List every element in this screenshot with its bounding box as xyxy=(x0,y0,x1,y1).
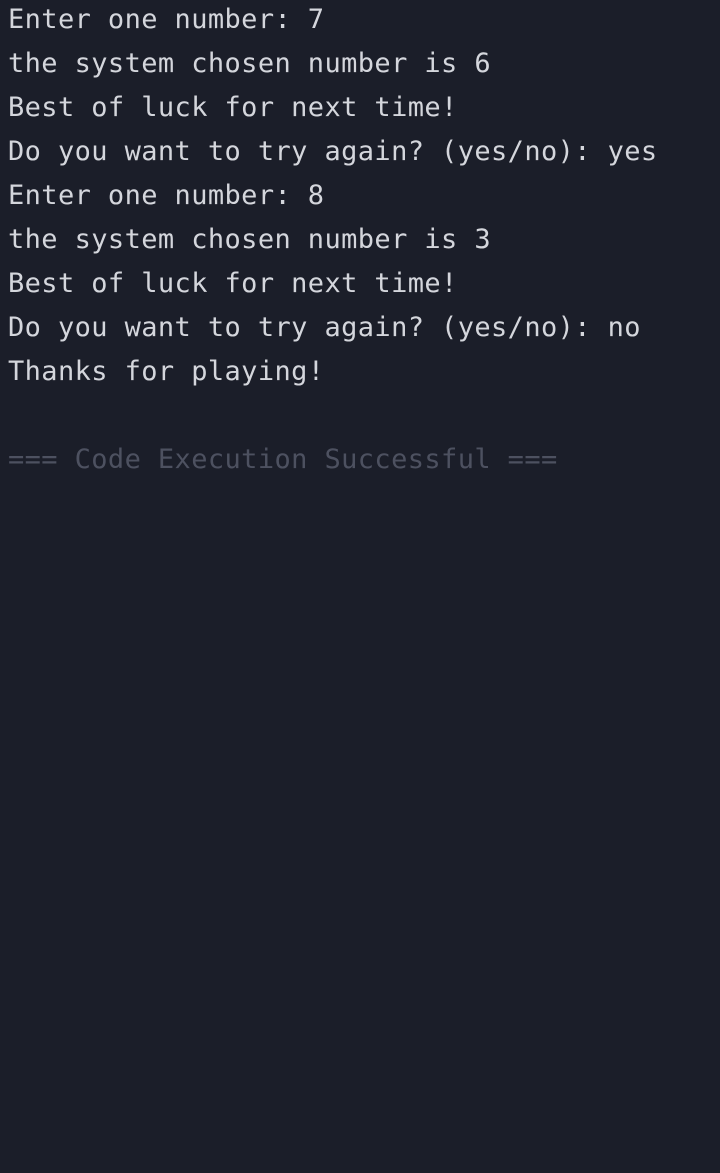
output-line: Do you want to try again? (yes/no): yes xyxy=(8,136,658,167)
output-line: the system chosen number is 6 xyxy=(8,48,492,79)
output-line: Best of luck for next time! xyxy=(8,92,458,123)
execution-status: === Code Execution Successful === xyxy=(8,444,558,475)
output-line: Best of luck for next time! xyxy=(8,268,458,299)
output-line: Enter one number: 8 xyxy=(8,180,325,211)
output-line: Do you want to try again? (yes/no): no xyxy=(8,312,641,343)
output-line: Enter one number: 7 xyxy=(8,4,325,35)
console-output: Enter one number: 7 the system chosen nu… xyxy=(0,0,720,1173)
output-line: Thanks for playing! xyxy=(8,356,325,387)
output-line: the system chosen number is 3 xyxy=(8,224,492,255)
